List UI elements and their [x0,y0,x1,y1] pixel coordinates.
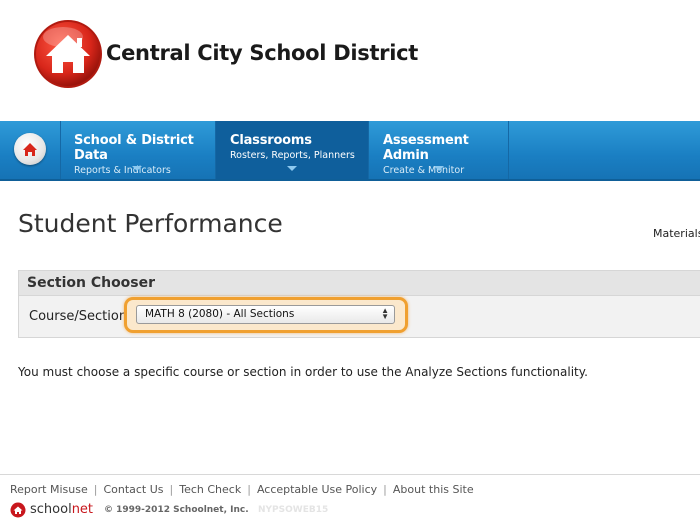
nav-item-title: School & District Data [74,133,194,163]
select-arrows-icon: ▲ ▼ [381,306,389,321]
schoolnet-logo-icon [10,502,26,518]
nav-item-school-district-data[interactable]: School & District Data Reports & Indicat… [60,121,216,179]
nav-item-title: Assessment Admin [383,133,469,163]
footer-separator: | [247,483,251,496]
footer-links: Report Misuse | Contact Us | Tech Check | Acce… [10,483,474,496]
build-id: NYPSOWEB15 [258,505,329,515]
course-section-label: Course/Section [29,309,128,324]
chevron-down-icon [434,166,444,171]
brand-prefix: school [30,502,72,517]
district-name: Central City School District [106,41,419,65]
home-button[interactable] [14,133,46,165]
footer-separator: | [169,483,174,496]
home-icon [23,143,37,156]
nav-item-subtitle: Reports & Indicators [74,165,171,176]
section-chooser-heading: Section Chooser [19,271,700,296]
nav-item-subtitle: Rosters, Reports, Planners [230,150,355,161]
footer-link-contact-us[interactable]: Contact Us [103,483,163,496]
footer-separator: | [383,483,387,496]
nav-item-subtitle: Create & Monitor [383,165,465,176]
brand-suffix: net [71,502,94,517]
section-chooser-panel: Section Chooser Course/Section MATH 8 (2… [18,270,700,338]
course-section-selected-value: MATH 8 (2080) - All Sections [145,308,295,320]
materials-link[interactable]: Materials [653,227,700,240]
footer-link-about-this-site[interactable]: About this Site [393,483,474,496]
chevron-down-icon [132,166,142,171]
footer-link-report-misuse[interactable]: Report Misuse [10,483,88,496]
footer-link-acceptable-use-policy[interactable]: Acceptable Use Policy [257,483,377,496]
chevron-down-icon [287,166,297,171]
analyze-sections-notice: You must choose a specific course or sec… [18,365,588,379]
schoolnet-wordmark: schoolnet [30,502,93,517]
course-section-select[interactable]: MATH 8 (2080) - All Sections ▲ ▼ [136,305,395,324]
nav-item-assessment-admin[interactable]: Assessment Admin Create & Monitor [369,121,509,179]
nav-item-classrooms[interactable]: Classrooms Rosters, Reports, Planners [216,121,369,179]
nav-home[interactable] [0,121,61,179]
page-title: Student Performance [18,209,283,238]
house-icon[interactable] [33,19,103,89]
main-nav: School & District Data Reports & Indicat… [0,121,700,181]
footer-separator: | [93,483,98,496]
header: Central City School District [0,0,700,121]
copyright-text: © 1999-2012 Schoolnet, Inc. [104,505,249,515]
course-section-highlight: MATH 8 (2080) - All Sections ▲ ▼ [124,297,408,333]
footer-link-tech-check[interactable]: Tech Check [179,483,241,496]
nav-item-title: Classrooms [230,133,312,148]
footer-divider [0,474,700,475]
